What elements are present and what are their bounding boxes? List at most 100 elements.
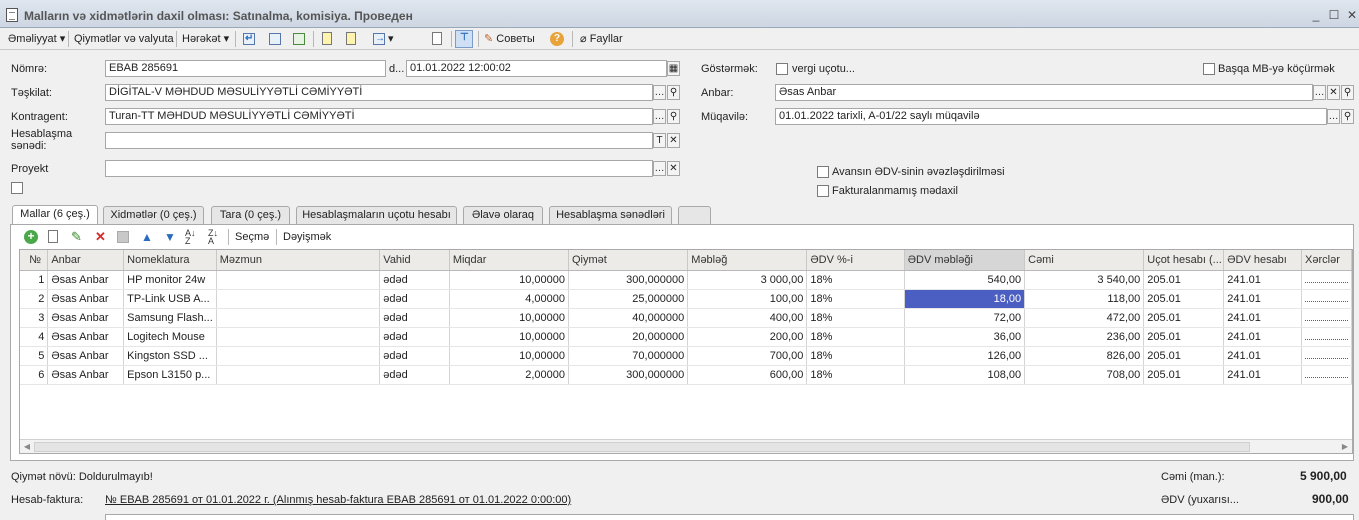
avans-checkbox[interactable] — [817, 166, 829, 178]
close-icon[interactable]: ✕ — [1345, 8, 1359, 22]
table-cell[interactable]: 108,00 — [904, 365, 1026, 385]
emeliyyat-menu[interactable]: Əməliyyat ▾ — [8, 31, 65, 47]
table-cell[interactable]: Əsas Anbar — [47, 308, 125, 328]
qiymetler-button[interactable]: Qiymətlər və valyuta — [74, 31, 174, 47]
table-cell[interactable] — [1301, 346, 1352, 366]
table-cell[interactable]: Əsas Anbar — [47, 327, 125, 347]
structure-icon[interactable]: ⊤ — [455, 30, 473, 48]
chevron-down-icon[interactable]: ▾ — [388, 31, 394, 47]
edit-pencil-icon[interactable]: ✎ — [69, 229, 85, 245]
table-cell[interactable]: Epson L3150 p... — [123, 365, 217, 385]
table-row[interactable]: 4 Əsas Anbar Logitech Mouse ədəd 10,00000 20,… — [20, 327, 1352, 347]
table-cell[interactable]: Əsas Anbar — [47, 365, 125, 385]
table-cell[interactable]: 241.01 — [1223, 346, 1303, 366]
table-cell[interactable] — [1301, 289, 1352, 309]
move-up-icon[interactable]: ▲ — [138, 229, 154, 245]
table-cell[interactable]: 4,00000 — [449, 289, 569, 309]
select-ellipsis-icon[interactable]: … — [1327, 109, 1340, 124]
table-cell[interactable]: 300,000000 — [568, 365, 689, 385]
table-cell[interactable]: ədəd — [379, 365, 450, 385]
table-cell[interactable]: 540,00 — [904, 270, 1026, 290]
table-cell[interactable]: HP monitor 24w — [123, 270, 217, 290]
table-cell[interactable]: 700,00 — [687, 346, 808, 366]
table-cell[interactable]: Əsas Anbar — [47, 289, 125, 309]
table-cell[interactable] — [216, 327, 381, 347]
table-cell[interactable]: TP-Link USB A... — [123, 289, 217, 309]
table-cell[interactable]: Əsas Anbar — [47, 270, 125, 290]
table-cell[interactable]: Kingston SSD ... — [123, 346, 217, 366]
comment-field[interactable] — [105, 514, 1354, 520]
scroll-left-icon[interactable]: ◀ — [20, 440, 34, 453]
table-cell[interactable]: 10,00000 — [449, 346, 569, 366]
column-header[interactable]: Anbar — [47, 250, 125, 271]
column-header[interactable]: Cəmi — [1024, 250, 1145, 271]
secme-button[interactable]: Seçmə — [235, 229, 269, 245]
table-cell[interactable]: 205.01 — [1143, 327, 1225, 347]
scrollbar-thumb[interactable] — [34, 442, 1250, 452]
select-ellipsis-icon[interactable]: … — [653, 85, 666, 100]
table-cell[interactable]: 18% — [806, 346, 905, 366]
tab-tara[interactable]: Tara (0 çeş.) — [211, 206, 290, 224]
table-cell[interactable]: 205.01 — [1143, 365, 1225, 385]
table-cell[interactable]: ədəd — [379, 346, 450, 366]
new-document-icon[interactable] — [342, 30, 360, 48]
sort-descending-icon[interactable]: Z↓ A — [207, 229, 223, 246]
kontragent-field[interactable]: Turan-TT MƏHDUD MƏSULİYYƏTLİ CƏMİYYƏTİ — [105, 108, 653, 125]
table-cell[interactable]: 25,000000 — [568, 289, 689, 309]
table-row[interactable]: 2 Əsas Anbar TP-Link USB A... ədəd 4,00000 25… — [20, 289, 1352, 309]
table-row[interactable]: 6 Əsas Anbar Epson L3150 p... ədəd 2,00000 30… — [20, 365, 1352, 385]
calendar-icon[interactable]: ▦ — [667, 61, 680, 76]
table-cell[interactable]: 18% — [806, 327, 905, 347]
vergi-checkbox[interactable] — [776, 63, 788, 75]
sort-ascending-icon[interactable]: A↓ Z — [184, 229, 200, 246]
table-cell[interactable]: ədəd — [379, 308, 450, 328]
clear-x-icon[interactable]: ✕ — [667, 133, 680, 148]
table-cell[interactable]: 200,00 — [687, 327, 808, 347]
table-cell[interactable]: 10,00000 — [449, 327, 569, 347]
table-cell[interactable]: 241.01 — [1223, 365, 1303, 385]
table-cell[interactable]: 241.01 — [1223, 327, 1303, 347]
table-cell[interactable] — [216, 270, 381, 290]
table-cell[interactable]: 10,00000 — [449, 270, 569, 290]
table-cell[interactable]: 2,00000 — [449, 365, 569, 385]
select-ellipsis-icon[interactable]: … — [653, 109, 666, 124]
column-header[interactable]: Miqdar — [449, 250, 569, 271]
save-icon[interactable] — [266, 30, 284, 48]
table-cell[interactable]: 36,00 — [904, 327, 1026, 347]
horizontal-scrollbar[interactable]: ◀ ▶ — [20, 439, 1352, 453]
column-header[interactable]: № — [20, 250, 49, 271]
table-row[interactable]: 1 Əsas Anbar HP monitor 24w ədəd 10,00000 300… — [20, 270, 1352, 290]
tab-extra[interactable] — [678, 206, 711, 224]
open-search-icon[interactable]: ⚲ — [667, 85, 680, 100]
column-header[interactable]: ƏDV %-i — [806, 250, 905, 271]
table-cell[interactable] — [1301, 270, 1352, 290]
column-header[interactable]: Nomeklatura — [123, 250, 217, 271]
column-header[interactable]: ƏDV məbləği — [904, 250, 1026, 271]
table-cell[interactable]: 6 — [20, 365, 49, 385]
tab-xidmetler[interactable]: Xidmətlər (0 çeş.) — [103, 206, 204, 224]
column-header[interactable]: Uçot hesabı (... — [1143, 250, 1225, 271]
add-icon[interactable]: + — [23, 229, 39, 245]
table-cell[interactable]: 205.01 — [1143, 270, 1225, 290]
table-cell[interactable]: Əsas Anbar — [47, 346, 125, 366]
delete-icon[interactable]: ✕ — [92, 229, 108, 245]
type-t-icon[interactable]: T — [653, 133, 666, 148]
fayllar-button[interactable]: ⌀ Fayllar — [580, 31, 623, 47]
date-field[interactable]: 01.01.2022 12:00:02 — [406, 60, 667, 77]
table-cell[interactable] — [1301, 327, 1352, 347]
go-to-icon[interactable]: → — [370, 30, 388, 48]
clear-x-icon[interactable]: ✕ — [1327, 85, 1340, 100]
table-cell[interactable]: 3 000,00 — [687, 270, 808, 290]
proyekt-field[interactable] — [105, 160, 653, 177]
sovety-button[interactable]: ✎ Советы — [484, 31, 535, 47]
table-cell[interactable]: 1 — [20, 270, 49, 290]
table-cell[interactable]: 100,00 — [687, 289, 808, 309]
column-header[interactable]: Vahid — [379, 250, 450, 271]
post-document-icon[interactable]: ↵ — [240, 30, 258, 48]
scroll-right-icon[interactable]: ▶ — [1338, 440, 1352, 453]
table-cell[interactable]: Logitech Mouse — [123, 327, 217, 347]
copy-row-icon[interactable] — [46, 229, 62, 245]
open-search-icon[interactable]: ⚲ — [1341, 85, 1354, 100]
table-cell[interactable] — [1301, 365, 1352, 385]
table-cell[interactable]: 18% — [806, 289, 905, 309]
